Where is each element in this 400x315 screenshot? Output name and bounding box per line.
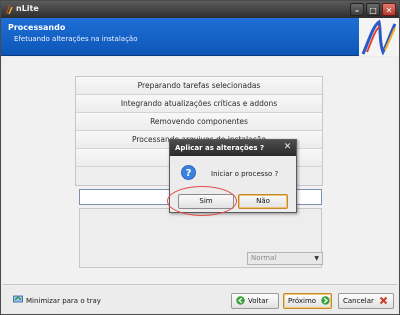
nlite-window: nLite – □ ✕ Processando Efetuando altera… <box>0 0 400 315</box>
dialog-title[interactable]: Aplicar as alterações ? ✕ <box>170 140 296 156</box>
maximize-icon[interactable]: □ <box>366 3 380 16</box>
tray-icon <box>13 295 23 303</box>
chevron-down-icon: ▼ <box>314 255 319 262</box>
close-icon[interactable]: ✕ <box>282 142 293 153</box>
nlite-app-icon <box>6 5 13 15</box>
minimize-to-tray-link[interactable]: Minimizar para o tray <box>13 295 101 305</box>
cancel-x-icon <box>379 296 388 305</box>
tray-label: Minimizar para o tray <box>26 297 101 305</box>
back-label: Voltar <box>248 297 269 305</box>
no-button[interactable]: Não <box>238 194 288 209</box>
minimize-icon[interactable]: – <box>350 3 364 16</box>
list-item: Integrando atualizações críticas e addon… <box>76 95 322 113</box>
list-item: Removendo componentes <box>76 113 322 131</box>
next-label: Próximo <box>288 297 317 305</box>
dialog-message: Iniciar o processo ? <box>211 170 279 178</box>
title-bar[interactable]: nLite – □ ✕ <box>1 1 399 18</box>
nlite-logo <box>359 18 399 56</box>
svg-text:?: ? <box>186 168 192 179</box>
question-icon: ? <box>181 165 196 180</box>
close-icon[interactable]: ✕ <box>382 3 396 16</box>
priority-select[interactable]: Normal ▼ <box>247 252 323 265</box>
page-title: Processando <box>8 23 66 32</box>
cancel-label: Cancelar <box>343 297 374 305</box>
list-item: Preparando tarefas selecionadas <box>76 77 322 95</box>
annotation-circle <box>167 186 237 216</box>
back-arrow-icon <box>236 296 245 305</box>
page-subtitle: Efetuando alterações na instalação <box>14 35 138 43</box>
next-arrow-icon <box>321 296 331 305</box>
page-header: Processando Efetuando alterações na inst… <box>1 18 399 56</box>
window-title: nLite <box>16 4 39 13</box>
footer-bar: Minimizar para o tray Voltar Próximo Can… <box>1 286 399 314</box>
dialog-title-text: Aplicar as alterações ? <box>175 144 265 152</box>
next-button[interactable]: Próximo <box>283 293 332 309</box>
cancel-button[interactable]: Cancelar <box>338 293 394 309</box>
priority-select-value: Normal <box>251 254 277 262</box>
back-button[interactable]: Voltar <box>231 293 279 309</box>
